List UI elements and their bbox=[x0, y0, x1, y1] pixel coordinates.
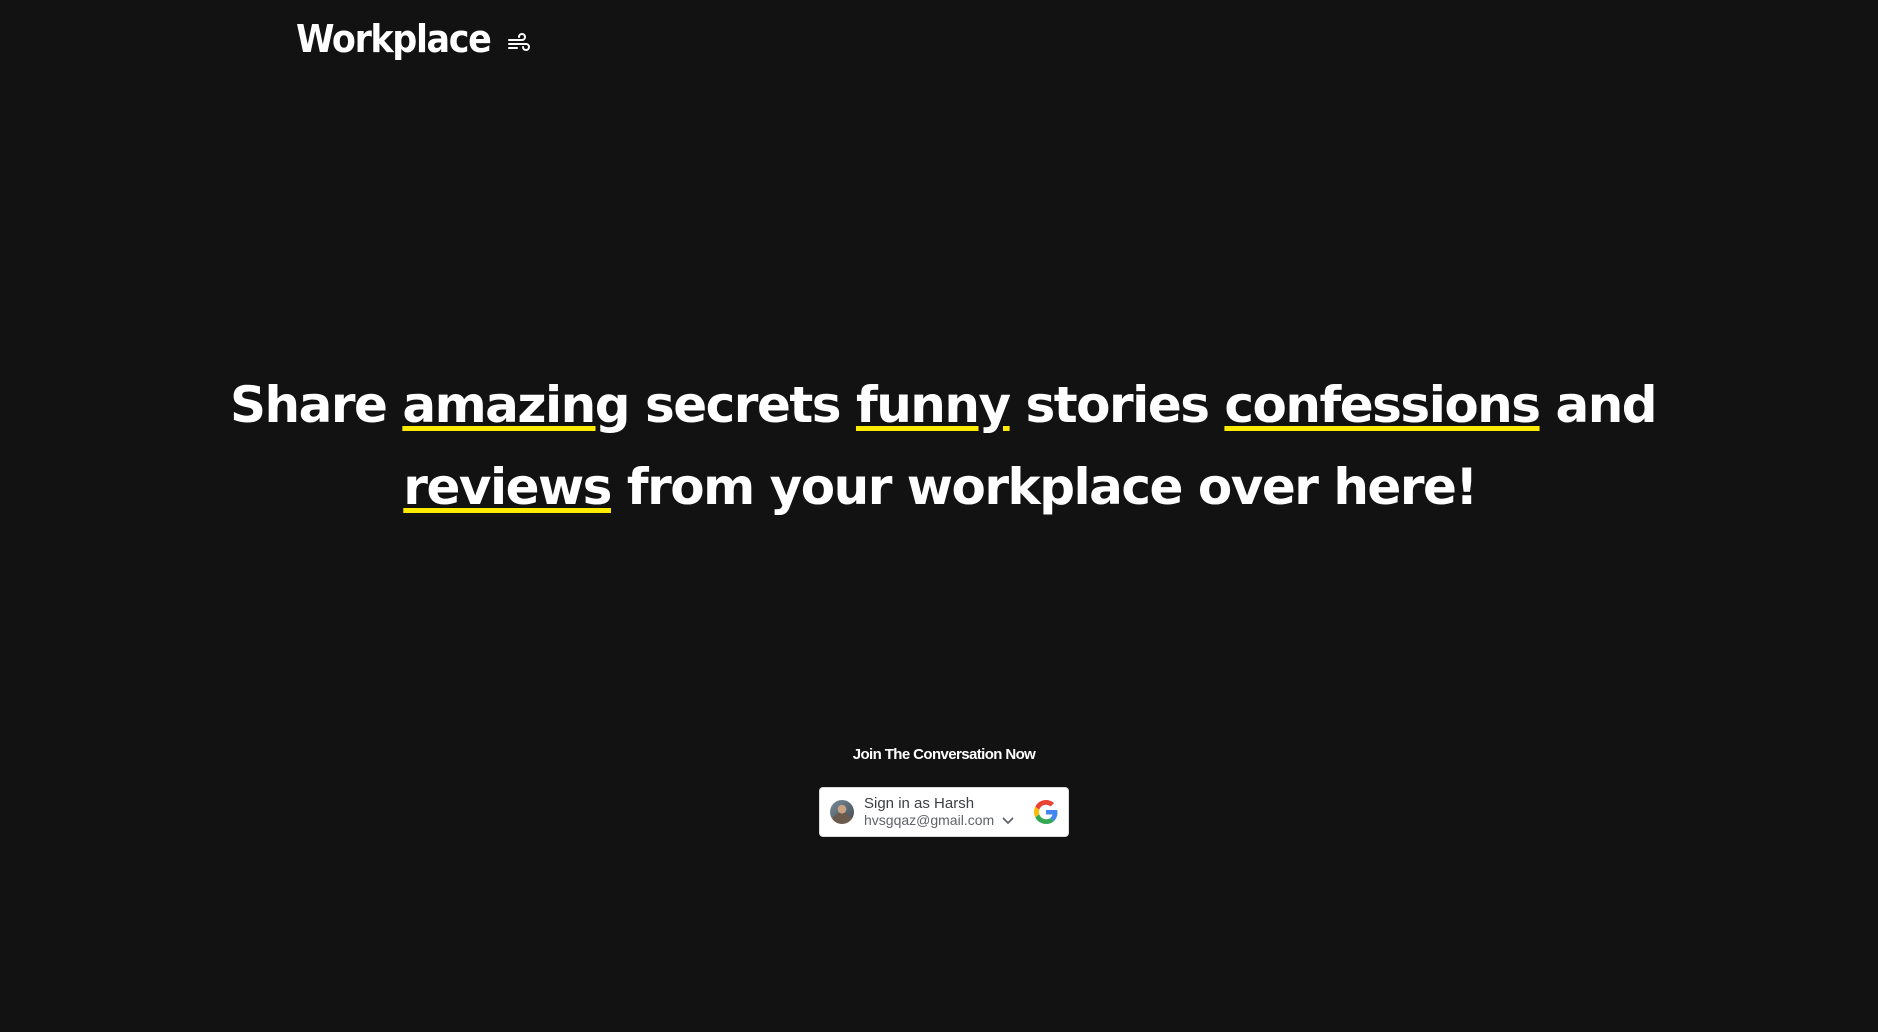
hero-word: Share bbox=[230, 375, 388, 434]
wind-icon bbox=[507, 33, 531, 51]
cta-label: Join The Conversation Now bbox=[852, 746, 1036, 763]
signin-email: hvsgqaz@gmail.com bbox=[864, 812, 995, 828]
google-logo-icon bbox=[1034, 800, 1058, 824]
hero-word: workplace bbox=[906, 457, 1184, 516]
signin-email-row: hvsgqaz@gmail.com bbox=[864, 812, 1014, 829]
hero-word: here! bbox=[1333, 457, 1478, 516]
signin-text: Sign in as Harsh hvsgqaz@gmail.com bbox=[864, 795, 1014, 829]
hero-word: and bbox=[1555, 375, 1657, 434]
hero-word-highlighted: reviews bbox=[403, 457, 612, 516]
hero-word: stories bbox=[1025, 375, 1210, 434]
hero-word-highlighted: amazing bbox=[402, 375, 630, 434]
hero-word: your bbox=[769, 457, 893, 516]
google-signin-button[interactable]: Sign in as Harsh hvsgqaz@gmail.com bbox=[819, 787, 1069, 837]
hero-word-highlighted: confessions bbox=[1224, 375, 1541, 434]
hero-headline: Share amazing secrets funny stories conf… bbox=[230, 364, 1658, 528]
brand-name: Workplace bbox=[296, 17, 492, 61]
chevron-down-icon[interactable] bbox=[1002, 817, 1014, 825]
hero-word: from bbox=[626, 457, 755, 516]
hero-word: over bbox=[1197, 457, 1319, 516]
signin-title: Sign in as Harsh bbox=[864, 795, 975, 812]
avatar bbox=[830, 800, 854, 824]
hero-word: secrets bbox=[644, 375, 842, 434]
brand[interactable]: Workplace bbox=[296, 12, 531, 66]
hero-word-highlighted: funny bbox=[855, 375, 1011, 434]
